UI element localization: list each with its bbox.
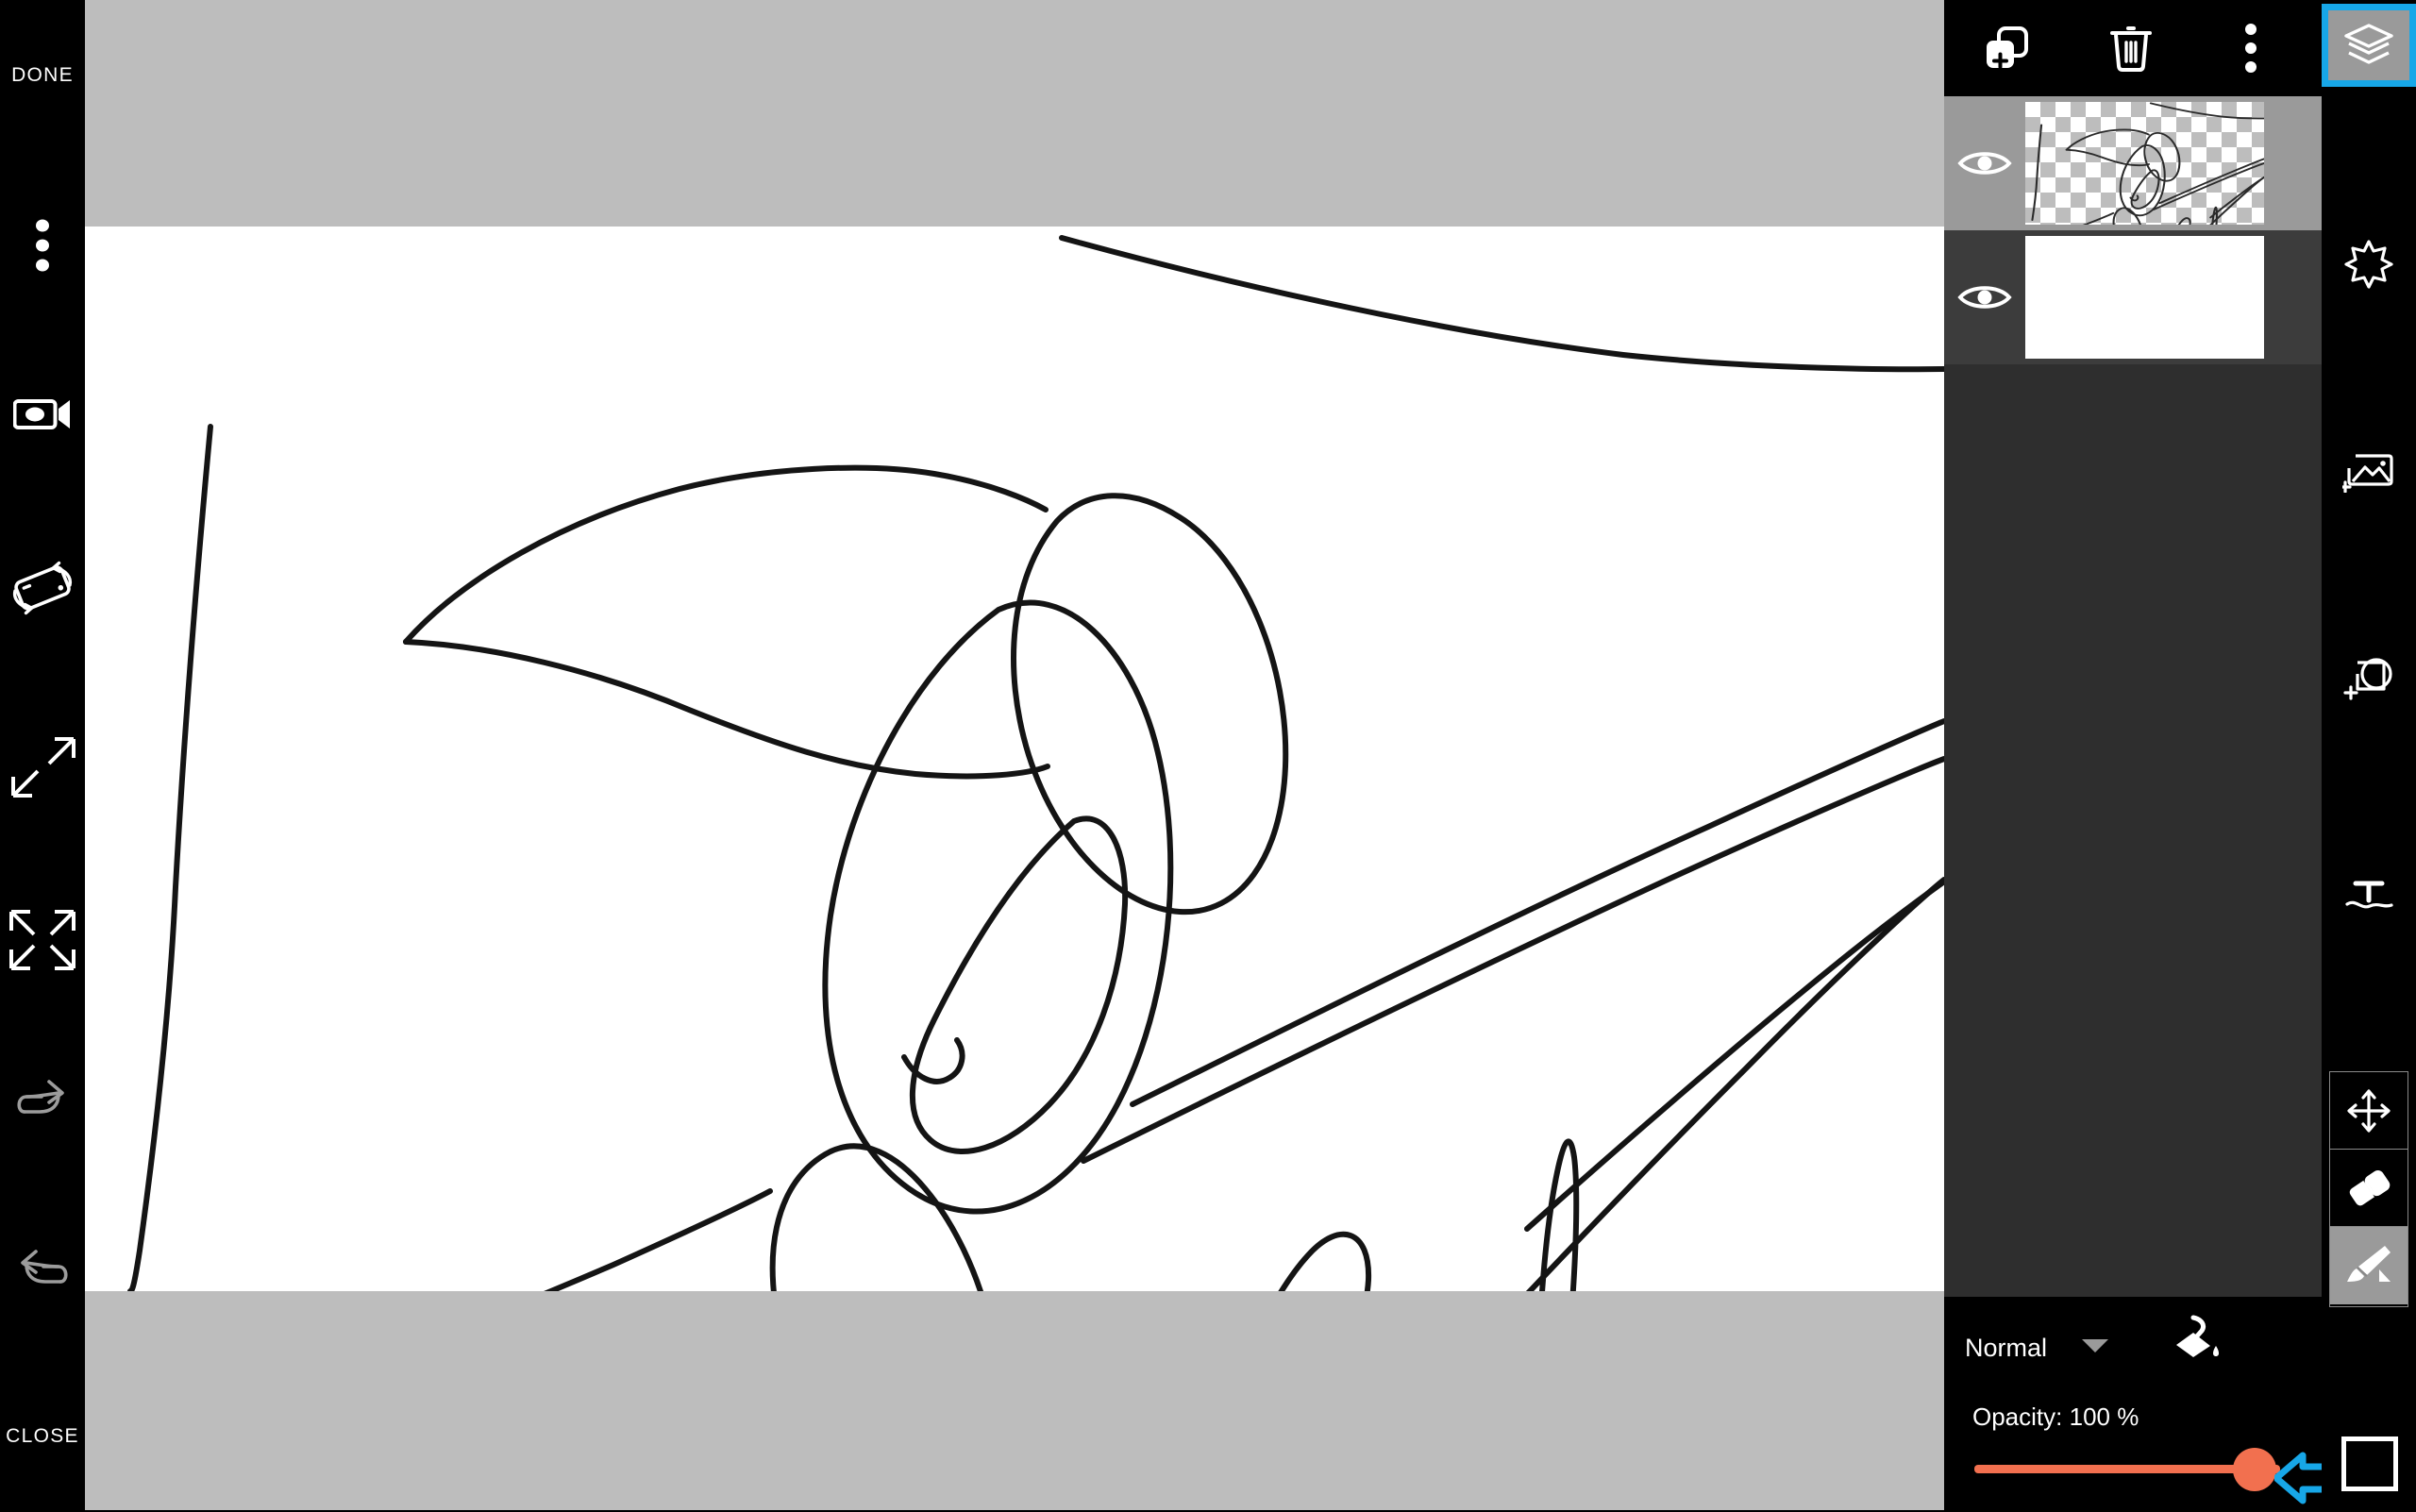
layer-visibility-toggle[interactable] <box>1944 281 2025 313</box>
alpha-lock-icon[interactable] <box>2173 1314 2225 1371</box>
layer-list <box>1944 96 2322 1297</box>
fullscreen-expand-icon[interactable] <box>0 906 85 974</box>
chevron-down-icon[interactable] <box>2081 1337 2109 1359</box>
blend-opacity-panel: Normal Opacity: 100 % <box>1944 1297 2322 1510</box>
brush-tool-icon[interactable] <box>2330 1227 2408 1304</box>
resize-diagonal-icon[interactable] <box>0 734 85 800</box>
redo-icon[interactable] <box>0 1067 85 1127</box>
undo-icon[interactable] <box>0 1236 85 1297</box>
color-swatch[interactable] <box>2341 1436 2398 1491</box>
add-layer-icon[interactable] <box>1944 0 2069 96</box>
sticker-star-icon[interactable] <box>2322 227 2416 302</box>
close-button[interactable]: CLOSE <box>0 1416 85 1457</box>
layers-panel <box>1944 0 2322 1510</box>
layer-row[interactable] <box>1944 230 2322 364</box>
layer-thumbnail[interactable] <box>2025 102 2264 225</box>
layer-row[interactable] <box>1944 96 2322 230</box>
move-tool-icon[interactable] <box>2330 1072 2408 1150</box>
done-button[interactable]: DONE <box>0 55 85 96</box>
add-image-icon[interactable] <box>2322 434 2416 510</box>
layer-menu-icon[interactable] <box>2193 0 2308 96</box>
layers-icon[interactable] <box>2322 4 2416 87</box>
layers-panel-header <box>1944 0 2322 96</box>
delete-layer-icon[interactable] <box>2069 0 2193 96</box>
rotate-device-icon[interactable] <box>0 555 85 621</box>
add-shape-icon[interactable] <box>2322 642 2416 717</box>
video-record-icon[interactable] <box>0 385 85 444</box>
opacity-slider-knob[interactable] <box>2233 1448 2276 1491</box>
opacity-label: Opacity: 100 % <box>1972 1403 2139 1432</box>
more-options-icon[interactable] <box>0 217 85 274</box>
opacity-slider[interactable] <box>1974 1448 2280 1491</box>
canvas-area[interactable] <box>85 0 1944 1510</box>
text-tool-icon[interactable] <box>2322 859 2416 934</box>
opacity-value: 100 % <box>2069 1403 2139 1431</box>
blend-mode-label: Normal <box>1965 1333 2048 1362</box>
tool-group <box>2329 1071 2408 1307</box>
done-label: DONE <box>11 64 74 86</box>
right-toolbar <box>2322 0 2416 1510</box>
layer-thumbnail[interactable] <box>2025 236 2264 359</box>
blend-mode-selector[interactable]: Normal <box>1944 1318 2322 1378</box>
app-root: DONE CLOSE Normal Opacity: 100 % <box>0 0 2416 1510</box>
left-toolbar: DONE CLOSE <box>0 0 85 1510</box>
drawing-canvas[interactable] <box>85 227 1944 1291</box>
layer-visibility-toggle[interactable] <box>1944 147 2025 179</box>
close-label: CLOSE <box>6 1425 79 1447</box>
eraser-tool-icon[interactable] <box>2330 1150 2408 1227</box>
opacity-text: Opacity: <box>1972 1403 2063 1431</box>
